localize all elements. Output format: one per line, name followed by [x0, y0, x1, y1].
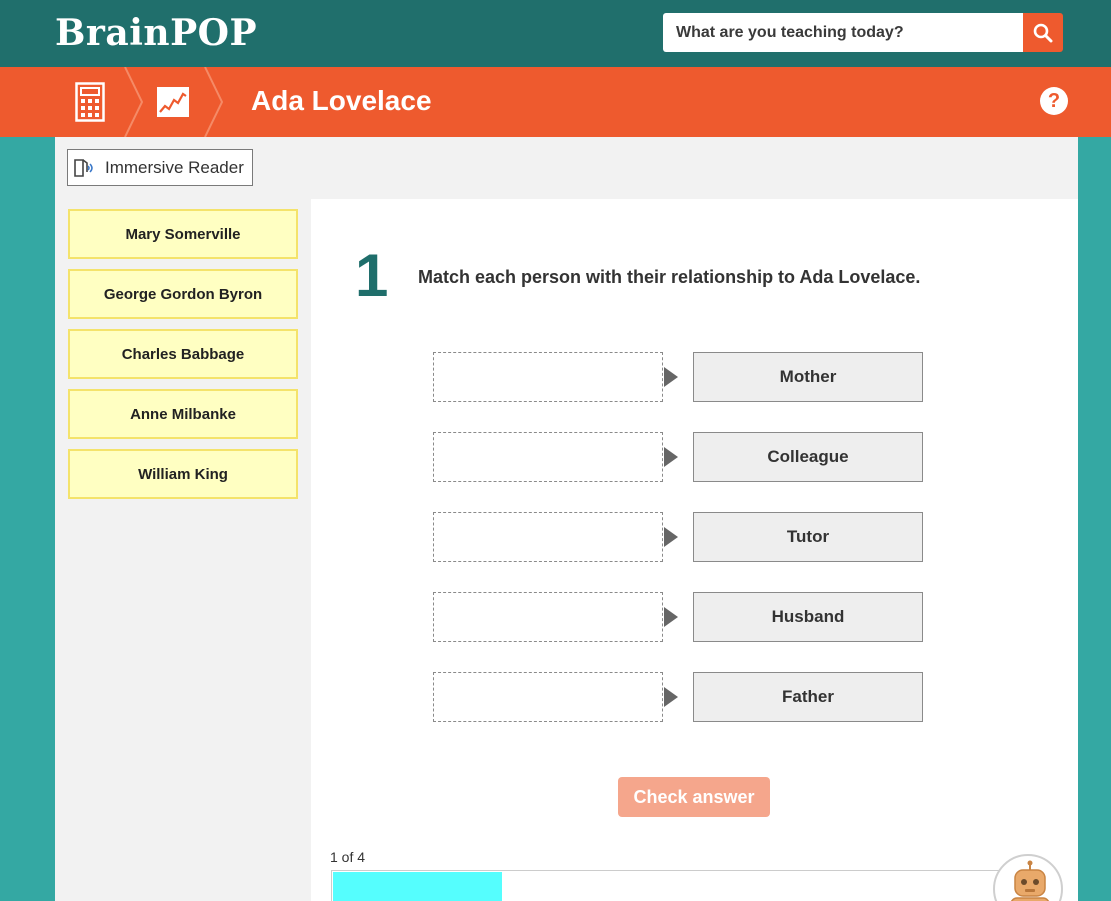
brainpop-logo[interactable]: BrainPOP	[55, 12, 257, 54]
progress-bar	[331, 870, 1011, 901]
drop-slot[interactable]	[433, 672, 663, 722]
match-row: Husband	[433, 592, 923, 642]
answer-card-george-gordon-byron[interactable]: George Gordon Byron	[68, 269, 298, 319]
match-row: Tutor	[433, 512, 923, 562]
immersive-reader-icon	[74, 158, 93, 177]
quiz-area: 1 Match each person with their relations…	[311, 199, 1078, 901]
answer-card-charles-babbage[interactable]: Charles Babbage	[68, 329, 298, 379]
arrow-right-icon	[664, 367, 678, 387]
moby-robot-avatar[interactable]	[993, 854, 1063, 901]
match-target-husband: Husband	[693, 592, 923, 642]
question-number: 1	[355, 242, 389, 309]
match-target-colleague: Colleague	[693, 432, 923, 482]
top-navigation-bar: BrainPOP	[0, 0, 1111, 67]
search-input[interactable]	[663, 13, 1023, 52]
drop-slot[interactable]	[433, 432, 663, 482]
answer-card-william-king[interactable]: William King	[68, 449, 298, 499]
search-box	[663, 13, 1023, 52]
progress-label: 1 of 4	[330, 849, 366, 865]
answer-bank: Mary Somerville George Gordon Byron Char…	[68, 209, 298, 509]
match-row: Father	[433, 672, 923, 722]
help-button[interactable]: ?	[1040, 87, 1068, 115]
breadcrumb-separator	[124, 67, 144, 137]
drop-slot[interactable]	[433, 592, 663, 642]
calculator-icon	[75, 82, 105, 122]
check-answer-button[interactable]: Check answer	[618, 777, 770, 817]
breadcrumb-bar: Ada Lovelace ?	[0, 67, 1111, 137]
match-target-mother: Mother	[693, 352, 923, 402]
match-row: Mother	[433, 352, 923, 402]
search-icon	[1033, 23, 1053, 42]
breadcrumb-separator	[204, 67, 224, 137]
drop-slot[interactable]	[433, 352, 663, 402]
immersive-reader-button[interactable]: Immersive Reader	[67, 149, 253, 186]
main-panel: Immersive Reader Mary Somerville George …	[55, 137, 1078, 901]
breadcrumb-subject-math[interactable]	[70, 81, 110, 123]
arrow-right-icon	[664, 607, 678, 627]
answer-card-anne-milbanke[interactable]: Anne Milbanke	[68, 389, 298, 439]
arrow-right-icon	[664, 687, 678, 707]
question-text: Match each person with their relationshi…	[418, 267, 921, 287]
moby-robot-icon	[1010, 860, 1050, 901]
match-target-father: Father	[693, 672, 923, 722]
line-chart-icon	[157, 87, 189, 117]
search-button[interactable]	[1023, 13, 1063, 52]
page-title: Ada Lovelace	[251, 85, 432, 116]
immersive-reader-label: Immersive Reader	[105, 157, 244, 177]
arrow-right-icon	[664, 527, 678, 547]
breadcrumb-unit[interactable]	[153, 81, 193, 123]
arrow-right-icon	[664, 447, 678, 467]
drop-slot[interactable]	[433, 512, 663, 562]
match-row: Colleague	[433, 432, 923, 482]
answer-card-mary-somerville[interactable]: Mary Somerville	[68, 209, 298, 259]
progress-fill	[333, 872, 502, 901]
match-target-tutor: Tutor	[693, 512, 923, 562]
